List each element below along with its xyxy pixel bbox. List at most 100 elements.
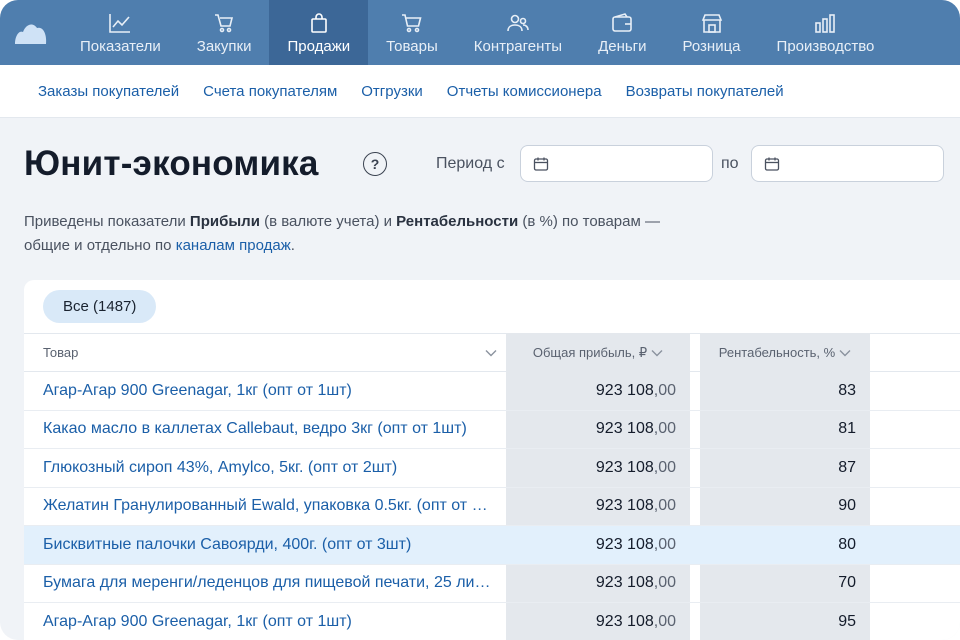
subnav-shipments[interactable]: Отгрузки (361, 83, 423, 100)
unit-economics-table: Товар Общая прибыль, ₽ Рентабельность, %… (24, 333, 960, 640)
app-window: Показатели Закупки Продажи Товары Контра… (0, 0, 960, 640)
profit-value: 923 108 (595, 612, 654, 630)
subnav-customer-returns[interactable]: Возвраты покупателей (626, 83, 784, 100)
rentability-cell: 81 (700, 410, 870, 448)
product-cell: Бисквитные палочки Савоярди, 400г. (опт … (43, 526, 505, 564)
filter-chip-all[interactable]: Все (1487) (43, 290, 157, 323)
profit-value: 923 108 (595, 497, 654, 515)
profit-cents: ,00 (653, 497, 676, 515)
nav-label: Закупки (196, 38, 252, 55)
nav-label: Контрагенты (473, 38, 563, 55)
nav-item-sales[interactable]: Продажи (269, 0, 369, 65)
profit-cell: 923 108,00 (506, 449, 690, 487)
table-row[interactable]: Глюкозный сироп 43%, Amylco, 5кг. (опт о… (24, 449, 960, 488)
description-text: Приведены показатели (24, 213, 190, 230)
profit-cents: ,00 (653, 574, 676, 592)
rentability-cell: 95 (700, 603, 870, 640)
product-cell: Агар-Агар 900 Greenagar, 1кг (опт от 1шт… (43, 372, 505, 410)
description-bold-rentability: Рентабельности (396, 213, 519, 230)
table-row[interactable]: Агар-Агар 900 Greenagar, 1кг (опт от 1шт… (24, 603, 960, 640)
shopping-bag-icon (310, 13, 327, 33)
calendar-icon (533, 157, 549, 171)
product-link[interactable]: Желатин Гранулированный Ewald, упаковка … (43, 497, 491, 515)
profit-value: 923 108 (595, 535, 654, 553)
nav-item-purchases[interactable]: Закупки (179, 0, 270, 65)
date-to-input[interactable] (751, 145, 944, 182)
nav-label: Товары (386, 38, 438, 55)
calendar-icon (764, 157, 780, 171)
table-row[interactable]: Бумага для меренги/леденцов для пищевой … (24, 564, 960, 603)
chart-icon (109, 14, 131, 33)
sales-channels-link[interactable]: каналам продаж (176, 237, 291, 254)
description-text: . (290, 237, 295, 254)
cart-bag-icon (215, 14, 234, 33)
nav-item-indicators[interactable]: Показатели (62, 0, 179, 65)
profit-cell: 923 108,00 (506, 410, 690, 448)
date-from-input[interactable] (520, 145, 713, 182)
description-bold-profit: Прибыли (189, 213, 260, 230)
profit-cell: 923 108,00 (506, 526, 690, 564)
product-cell: Какао масло в каллетах Callebaut, ведро … (43, 411, 505, 449)
profit-cents: ,00 (653, 381, 676, 399)
chevron-down-icon (485, 349, 497, 356)
wallet-icon (612, 13, 633, 32)
nav-item-contractors[interactable]: Контрагенты (456, 0, 580, 65)
product-link[interactable]: Агар-Агар 900 Greenagar, 1кг (опт от 1шт… (43, 613, 352, 631)
table-row[interactable]: Агар-Агар 900 Greenagar, 1кг (опт от 1шт… (24, 372, 960, 411)
product-link[interactable]: Глюкозный сироп 43%, Amylco, 5кг. (опт о… (43, 459, 397, 477)
rentability-cell: 90 (700, 487, 870, 525)
nav-item-production[interactable]: Производство (759, 0, 893, 65)
column-header-product[interactable]: Товар (43, 333, 505, 372)
chevron-down-icon (839, 349, 851, 356)
product-cell: Бумага для меренги/леденцов для пищевой … (43, 565, 505, 603)
product-link[interactable]: Бисквитные палочки Савоярди, 400г. (опт … (43, 536, 411, 554)
table-row[interactable]: Бисквитные палочки Савоярди, 400г. (опт … (24, 526, 960, 565)
nav-label: Розница (682, 38, 741, 55)
description-text: общие и отдельно по (24, 237, 176, 254)
profit-cents: ,00 (653, 458, 676, 476)
nav-item-products[interactable]: Товары (368, 0, 456, 65)
logo[interactable] (0, 0, 62, 65)
profit-value: 923 108 (595, 574, 654, 592)
subnav-commission-reports[interactable]: Отчеты комиссионера (447, 83, 602, 100)
product-cell: Агар-Агар 900 Greenagar, 1кг (опт от 1шт… (43, 603, 505, 640)
table-card: Все (1487) Товар Общая прибыль, ₽ Рентаб… (24, 280, 960, 640)
subnav-customer-orders[interactable]: Заказы покупателей (38, 83, 179, 100)
nav-item-money[interactable]: Деньги (580, 0, 664, 65)
page-title: Юнит-экономика (24, 144, 319, 183)
profit-cents: ,00 (653, 420, 676, 438)
top-navigation: Показатели Закупки Продажи Товары Контра… (0, 0, 960, 65)
store-icon (701, 14, 722, 33)
profit-cell: 923 108,00 (506, 564, 690, 602)
to-label: по (721, 155, 739, 172)
column-header-label: Рентабельность, % (718, 345, 836, 360)
nav-item-retail[interactable]: Розница (665, 0, 759, 65)
profit-value: 923 108 (595, 381, 654, 399)
subnav-customer-invoices[interactable]: Счета покупателям (203, 83, 337, 100)
period-label: Период с (436, 155, 505, 172)
profit-cents: ,00 (653, 612, 676, 630)
chevron-down-icon (651, 349, 663, 356)
column-header-label: Общая прибыль, ₽ (532, 344, 648, 360)
table-row[interactable]: Желатин Гранулированный Ewald, упаковка … (24, 487, 960, 526)
column-header-rentability[interactable]: Рентабельность, % (700, 333, 870, 372)
product-link[interactable]: Бумага для меренги/леденцов для пищевой … (43, 574, 491, 592)
column-header-profit[interactable]: Общая прибыль, ₽ (506, 333, 690, 372)
rentability-cell: 70 (700, 564, 870, 602)
profit-cell: 923 108,00 (506, 603, 690, 640)
column-header-label: Товар (43, 345, 79, 360)
rentability-cell: 80 (700, 526, 870, 564)
help-icon[interactable]: ? (363, 152, 387, 176)
rentability-cell: 87 (700, 449, 870, 487)
shopping-cart-icon (401, 14, 422, 33)
profit-cents: ,00 (653, 535, 676, 553)
users-icon (507, 14, 529, 32)
logo-icon (15, 24, 47, 44)
nav-label: Показатели (80, 38, 161, 55)
description-text: (в %) по товарам — (518, 213, 660, 230)
product-link[interactable]: Агар-Агар 900 Greenagar, 1кг (опт от 1шт… (43, 382, 352, 400)
table-row[interactable]: Какао масло в каллетах Callebaut, ведро … (24, 410, 960, 449)
profit-cell: 923 108,00 (506, 487, 690, 525)
factory-icon (815, 14, 836, 33)
product-link[interactable]: Какао масло в каллетах Callebaut, ведро … (43, 420, 467, 438)
